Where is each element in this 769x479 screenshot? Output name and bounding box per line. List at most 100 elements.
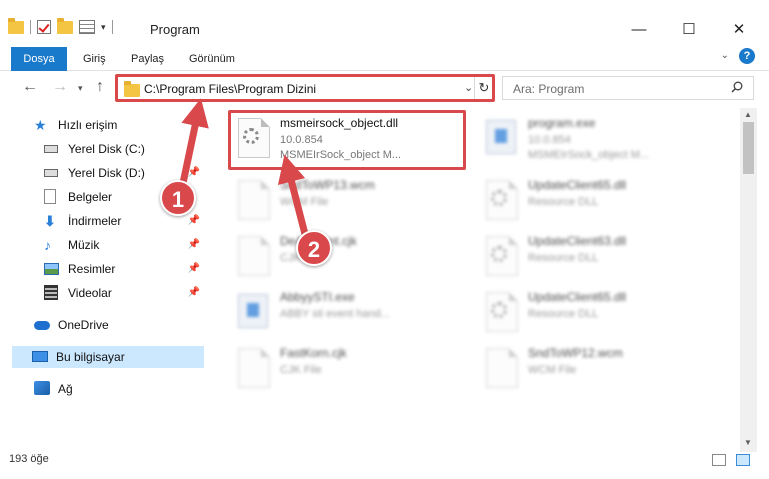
file-description: MSMEIrSock_object M... — [528, 149, 650, 161]
quick-access-toolbar: ▾ — [8, 17, 113, 34]
exe-file-icon — [486, 120, 516, 154]
dll-file-icon — [486, 236, 518, 276]
up-arrow-icon[interactable]: ↑ — [96, 78, 104, 96]
window-title: Program — [150, 22, 200, 37]
file-tile[interactable]: UpdateClient63.dll Resource DLL — [480, 230, 716, 286]
sidebar-item-network[interactable]: Ağ — [34, 378, 204, 400]
videos-icon — [44, 285, 58, 300]
toolbar-separator — [30, 20, 31, 34]
sidebar-item-label: İndirmeler — [68, 214, 122, 228]
file-type: WCM File — [528, 364, 577, 376]
pin-icon[interactable]: 📌 — [188, 282, 200, 304]
callout-step-1: 1 — [160, 180, 196, 216]
status-bar: 193 öğe — [0, 452, 769, 479]
pin-icon[interactable]: 📌 — [188, 234, 200, 256]
drive-icon — [44, 169, 58, 177]
back-arrow-icon[interactable]: ← — [22, 78, 38, 96]
music-icon: ♪ — [44, 237, 51, 253]
ribbon-tabs: Dosya Giriş Paylaş Görünüm ⌄ ? — [0, 44, 769, 71]
network-icon — [34, 381, 50, 395]
file-tile[interactable]: FastKorn.cjk CJK File — [232, 342, 468, 398]
file-tile[interactable]: program.exe 10.0.854 MSMEIrSock_object M… — [480, 112, 716, 168]
pin-icon[interactable]: 📌 — [188, 258, 200, 280]
exe-file-icon — [238, 294, 268, 328]
search-placeholder: Ara: Program — [513, 82, 585, 96]
file-tile[interactable]: UpdateClient65.dll Resource DLL — [480, 174, 716, 230]
folder-icon — [8, 17, 24, 34]
file-type: Resource DLL — [528, 196, 599, 208]
new-folder-icon[interactable] — [57, 17, 73, 34]
address-highlight-box — [115, 74, 495, 102]
forward-arrow-icon[interactable]: → — [52, 78, 68, 96]
search-input[interactable]: Ara: Program — [502, 76, 754, 100]
customize-toolbar-chevron-icon[interactable]: ▾ — [101, 22, 106, 33]
tab-share[interactable]: Paylaş — [131, 47, 164, 71]
file-tile[interactable]: AbbyySTI.exe ABBY sti event hand... — [232, 286, 468, 342]
sidebar-item-label: Hızlı erişim — [58, 118, 118, 132]
tab-file[interactable]: Dosya — [11, 47, 67, 71]
scroll-down-arrow-icon[interactable]: ▼ — [744, 438, 752, 447]
file-icon — [238, 180, 270, 220]
dll-file-icon — [486, 180, 518, 220]
file-name: UpdateClient65.dll — [528, 178, 627, 192]
sidebar-item-local-disk-c[interactable]: Yerel Disk (C:) — [44, 138, 204, 160]
file-version: 10.0.854 — [528, 134, 571, 146]
help-button[interactable]: ? — [739, 48, 755, 64]
star-icon: ★ — [34, 117, 47, 133]
file-tile[interactable]: SndToWP12.wcm WCM File — [480, 342, 716, 398]
file-name: FastKorn.cjk — [280, 346, 347, 360]
title-bar: ▾ Program — ☐ ✕ — [0, 0, 769, 44]
file-name: UpdateClient63.dll — [528, 234, 627, 248]
file-type: Resource DLL — [528, 252, 599, 264]
sidebar-item-label: Videolar — [68, 286, 112, 300]
file-type: CJK File — [280, 364, 322, 376]
sidebar-item-label: Ağ — [58, 382, 73, 396]
recent-locations-chevron-icon[interactable]: ▾ — [78, 83, 83, 94]
tiles-view-icon[interactable] — [736, 454, 750, 466]
properties-check-icon[interactable] — [37, 20, 51, 34]
scroll-up-arrow-icon[interactable]: ▲ — [744, 110, 752, 119]
file-icon — [486, 348, 518, 388]
sidebar-item-label: Yerel Disk (C:) — [68, 142, 145, 156]
minimize-button[interactable]: — — [616, 14, 662, 44]
file-name: AbbyySTI.exe — [280, 290, 355, 304]
sidebar-item-label: OneDrive — [58, 318, 109, 332]
item-count: 193 öğe — [9, 453, 49, 465]
sidebar-item-this-pc[interactable]: Bu bilgisayar — [12, 346, 204, 368]
sidebar-item-pictures[interactable]: Resimler 📌 — [44, 258, 204, 280]
file-type: WCM File — [280, 196, 329, 208]
dll-file-icon — [486, 292, 518, 332]
file-tile[interactable]: SndToWP13.wcm WCM File — [232, 174, 468, 230]
navigation-bar: ← → ▾ ↑ C:\Program Files\Program Dizini … — [0, 72, 769, 104]
sidebar-item-videos[interactable]: Videolar 📌 — [44, 282, 204, 304]
gear-icon — [491, 246, 507, 262]
file-icon — [238, 236, 270, 276]
tab-home[interactable]: Giriş — [83, 47, 106, 71]
drive-icon — [44, 145, 58, 153]
scrollbar-thumb[interactable] — [743, 122, 754, 174]
close-button[interactable]: ✕ — [716, 14, 762, 44]
callout-step-2: 2 — [296, 230, 332, 266]
file-name: program.exe — [528, 116, 596, 130]
pictures-icon — [44, 263, 59, 275]
maximize-button[interactable]: ☐ — [666, 14, 712, 44]
tab-view[interactable]: Görünüm — [189, 47, 235, 71]
pin-icon[interactable]: 📌 — [188, 210, 200, 232]
sidebar-item-quick-access[interactable]: ★ Hızlı erişim — [34, 114, 204, 136]
file-type: Resource DLL — [528, 308, 599, 320]
search-icon[interactable] — [731, 81, 743, 93]
sidebar-item-onedrive[interactable]: OneDrive — [34, 314, 204, 336]
sidebar-item-label: Müzik — [68, 238, 100, 252]
sidebar-item-music[interactable]: ♪ Müzik 📌 — [44, 234, 204, 256]
file-tile[interactable]: UpdateClient65.dll Resource DLL — [480, 286, 716, 342]
vertical-scrollbar[interactable]: ▲ ▼ — [740, 108, 757, 452]
view-options-icon[interactable] — [79, 20, 95, 34]
file-tile[interactable]: DeAccount.cjk CJK File — [232, 230, 468, 286]
pin-icon[interactable]: 📌 — [188, 162, 200, 184]
sidebar-item-label: Belgeler — [68, 190, 113, 204]
details-view-icon[interactable] — [712, 454, 726, 466]
file-description: ABBY sti event hand... — [280, 308, 390, 320]
toolbar-separator — [111, 20, 113, 34]
gear-icon — [491, 190, 507, 206]
expand-ribbon-chevron-icon[interactable]: ⌄ — [721, 50, 729, 61]
